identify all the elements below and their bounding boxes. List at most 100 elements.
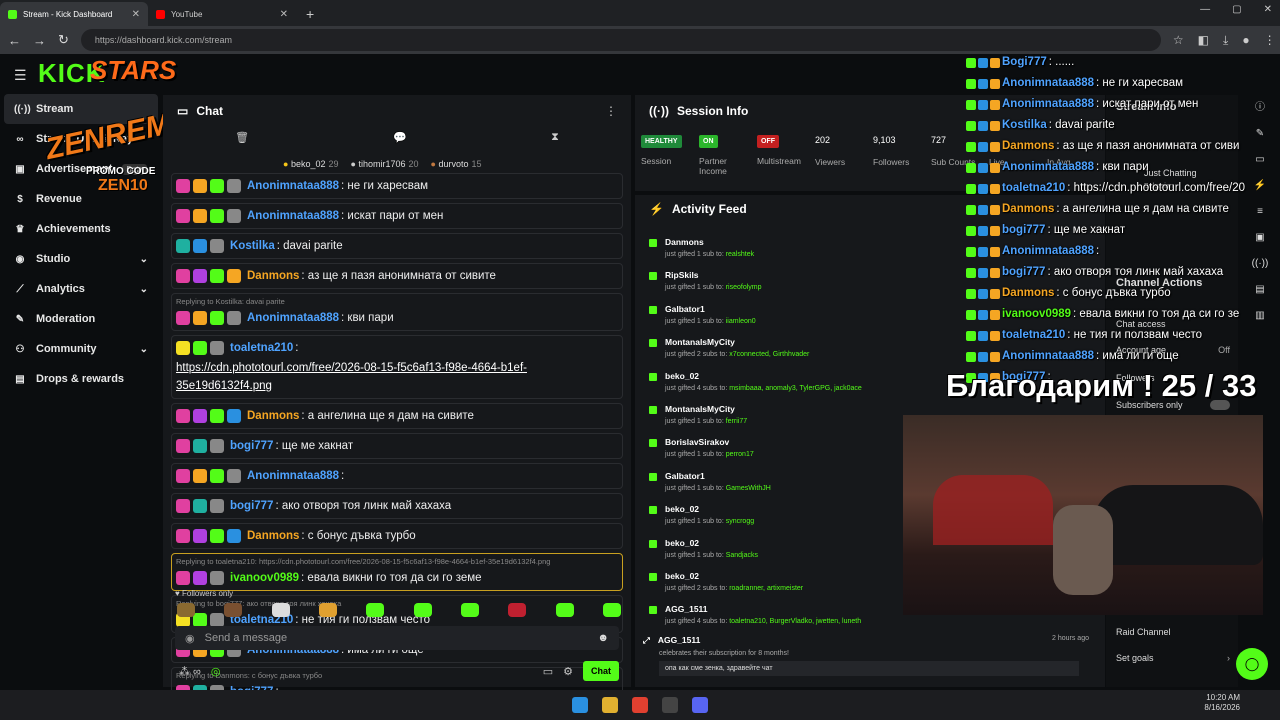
chat-link[interactable]: https://cdn.phototourl.com/free/2026-08-… xyxy=(176,359,618,395)
chat-username[interactable]: Danmons xyxy=(247,267,299,285)
activity-desc: just gifted 1 sub to: GamesWithJH xyxy=(665,484,771,492)
badge-icon xyxy=(966,246,976,257)
tab-label: YouTube xyxy=(171,9,203,19)
tab-youtube[interactable]: YouTube ✕ xyxy=(148,2,296,26)
chat-username[interactable]: bogi777 xyxy=(230,497,273,515)
chat-username[interactable]: Anonimnataa888 xyxy=(247,177,339,195)
chat-username[interactable]: toaletna210 xyxy=(230,339,293,357)
user-badge-icon xyxy=(210,341,224,355)
overlay-text: : аз ще я пазя анонимната от сиви xyxy=(1056,140,1240,152)
emote-icon[interactable] xyxy=(602,603,621,617)
emote-icon[interactable] xyxy=(271,603,290,617)
emote-icon[interactable] xyxy=(460,603,479,617)
raid-channel-button[interactable]: Raid Channel xyxy=(1116,627,1230,637)
chat-message[interactable]: Replying to toaletna210: https://cdn.pho… xyxy=(171,553,623,591)
chat-username[interactable]: ivanoov0989 xyxy=(230,569,299,587)
chat-help-button[interactable]: ◯ xyxy=(1236,648,1268,680)
obs-icon[interactable] xyxy=(662,697,678,713)
sidebar-item-drops[interactable]: ▤ Drops & rewards xyxy=(0,364,162,394)
url-field[interactable]: https://dashboard.kick.com/stream xyxy=(80,29,1161,51)
forward-icon[interactable]: → xyxy=(33,33,46,48)
sidebar-item-studio[interactable]: ◉ Studio ⌄ xyxy=(0,244,162,274)
chat-username[interactable]: Danmons xyxy=(247,407,299,425)
chat-message[interactable]: Anonimnataa888: не ги харесвам xyxy=(171,173,623,199)
emote-icon[interactable] xyxy=(177,603,195,617)
sidebar-item-moderation[interactable]: ✎ Moderation xyxy=(0,304,162,334)
sidebar-item-analytics[interactable]: ⟋ Analytics ⌄ xyxy=(0,274,162,304)
new-tab-button[interactable]: + xyxy=(296,2,324,26)
badge-icon xyxy=(990,309,1000,320)
sidebar-item-community[interactable]: ⚇ Community ⌄ xyxy=(0,334,162,364)
chat-message[interactable]: Danmons: аз ще я пазя анонимната от сиви… xyxy=(171,263,623,289)
close-tab-icon[interactable]: ✕ xyxy=(132,9,140,20)
chat-tools-icon[interactable]: ⁂ ∞ xyxy=(179,665,201,678)
chat-username[interactable]: Danmons xyxy=(247,527,299,545)
menu-dots-icon[interactable]: ⋮ xyxy=(1264,33,1276,48)
emote-icon[interactable] xyxy=(555,603,574,617)
emote-icon[interactable] xyxy=(508,603,527,617)
chat-message[interactable]: bogi777: ще ме хакнат xyxy=(171,433,623,459)
send-chat-button[interactable]: Chat xyxy=(583,661,619,681)
user-badge-icon xyxy=(193,209,207,223)
activity-desc: just gifted 1 sub to: riseofolymp xyxy=(665,284,762,292)
emote-icon[interactable] xyxy=(366,603,385,617)
chat-input[interactable]: ◉ Send a message ☻ xyxy=(175,626,619,650)
chat-message[interactable]: toaletna210: https://cdn.phototourl.com/… xyxy=(171,335,623,399)
reply-context: Replying to toaletna210: https://cdn.pho… xyxy=(176,557,551,566)
sidebar-item-achievements[interactable]: ♛ Achievements xyxy=(0,214,162,244)
hamburger-menu-icon[interactable]: ☰ xyxy=(14,67,27,84)
chat-message[interactable]: Danmons: а ангелина ще я дам на сивите xyxy=(171,403,623,429)
emote-icon[interactable] xyxy=(224,603,243,617)
kick-icon[interactable]: ◎ xyxy=(211,665,221,678)
overlay-chat-line: bogi777 : ще ме хакнат xyxy=(966,220,1280,241)
close-tab-icon[interactable]: ✕ xyxy=(280,9,288,20)
user-badge-icon xyxy=(193,179,207,193)
chat-username[interactable]: Anonimnataa888 xyxy=(247,207,339,225)
chat-username[interactable]: bogi777 xyxy=(230,437,273,455)
badge-icon xyxy=(966,141,976,152)
maximize-icon[interactable]: ▢ xyxy=(1232,4,1241,15)
hourglass-icon[interactable]: ⧗ xyxy=(551,131,559,151)
trash-icon[interactable]: 🗑 xyxy=(235,131,249,151)
followers-only-label: Followers only xyxy=(181,589,234,598)
extensions-icon[interactable]: ◧ xyxy=(1198,33,1209,48)
user-badge-icon xyxy=(227,409,241,423)
tab-kick-dashboard[interactable]: Stream - Kick Dashboard ✕ xyxy=(0,2,148,26)
badge-icon xyxy=(966,162,976,173)
chat-message[interactable]: Danmons: с бонус дъвка турбо xyxy=(171,523,623,549)
discord-icon[interactable] xyxy=(692,697,708,713)
chat-username[interactable]: Kostilka xyxy=(230,237,275,255)
settings-gear-icon[interactable]: ⚙ xyxy=(563,665,573,678)
chat-username[interactable]: Anonimnataa888 xyxy=(247,309,339,327)
signal-icon: ((·)) xyxy=(14,103,31,115)
set-goals-row[interactable]: Set goals › xyxy=(1116,653,1230,663)
emote-icon[interactable] xyxy=(413,603,432,617)
back-icon[interactable]: ← xyxy=(8,33,21,48)
profile-avatar[interactable]: ● xyxy=(1242,33,1249,48)
minimize-icon[interactable]: — xyxy=(1200,4,1210,15)
url-text: https://dashboard.kick.com/stream xyxy=(94,35,232,45)
overlay-chat-line: bogi777 : ако отворя тоя линк май хахаха xyxy=(966,262,1280,283)
window-controls: — ▢ ✕ xyxy=(1200,4,1272,15)
chat-message[interactable]: Replying to Kostilka: davai parite Anonim… xyxy=(171,293,623,331)
windows-start-icon[interactable] xyxy=(572,697,588,713)
close-window-icon[interactable]: ✕ xyxy=(1264,4,1272,15)
user-badge-icon xyxy=(210,529,224,543)
emoji-icon[interactable]: ☻ xyxy=(597,632,609,644)
chrome-icon[interactable] xyxy=(632,697,648,713)
chat-message[interactable]: bogi777: ако отворя тоя линк май хахаха xyxy=(171,493,623,519)
chat-menu-icon[interactable]: ⋮ xyxy=(605,104,617,118)
chat-mode-icon[interactable]: 💬 xyxy=(393,131,407,151)
file-explorer-icon[interactable] xyxy=(602,697,618,713)
chat-message[interactable]: Anonimnataa888: xyxy=(171,463,623,489)
bookmark-star-icon[interactable]: ☆ xyxy=(1173,33,1184,48)
chat-message[interactable]: Kostilka: davai parite xyxy=(171,233,623,259)
download-icon[interactable]: ⤓ xyxy=(1223,33,1228,48)
user-badge-icon xyxy=(176,439,190,453)
chat-message[interactable]: Anonimnataa888: искат пари от мен xyxy=(171,203,623,229)
emote-icon[interactable] xyxy=(318,603,337,617)
overlay-username: Danmons xyxy=(1002,203,1055,215)
chat-bubble-icon[interactable]: ▭ xyxy=(543,665,553,678)
chat-username[interactable]: Anonimnataa888 xyxy=(247,467,339,485)
reload-icon[interactable]: ↻ xyxy=(58,32,69,48)
